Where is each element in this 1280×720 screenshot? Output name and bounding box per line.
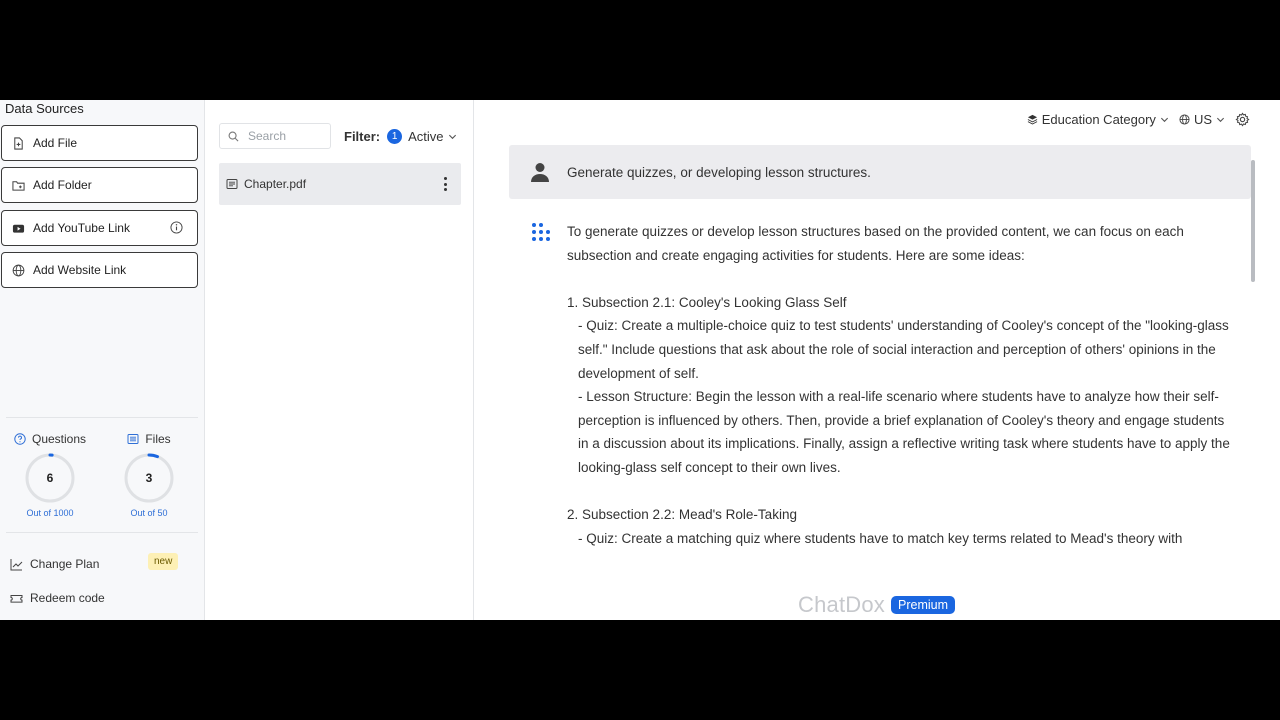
region-label: US	[1193, 112, 1212, 127]
add-website-link-button[interactable]: Add Website Link	[1, 252, 198, 288]
sidebar-divider	[6, 532, 198, 533]
reply-heading: 1. Subsection 2.1: Cooley's Looking Glas…	[567, 294, 847, 310]
more-options-icon[interactable]	[441, 177, 449, 191]
files-count: 3	[145, 471, 153, 485]
info-icon[interactable]	[170, 221, 183, 234]
filter-count-badge: 1	[387, 129, 403, 144]
region-selector[interactable]: US	[1179, 112, 1225, 127]
brand-watermark: ChatDox Premium	[798, 592, 956, 618]
globe-icon	[12, 264, 25, 276]
chat-scrollbar[interactable]	[1251, 160, 1255, 282]
reply-bullet: - Quiz: Create a matching quiz where stu…	[578, 530, 1183, 546]
list-icon	[127, 434, 139, 444]
filter-label: Filter:	[344, 129, 381, 144]
change-plan-link[interactable]: Change Plan	[10, 557, 99, 571]
add-folder-button[interactable]: Add Folder	[1, 167, 198, 203]
question-circle-icon	[14, 433, 26, 445]
change-plan-label: Change Plan	[30, 557, 100, 571]
reply-bullet: - Quiz: Create a multiple-choice quiz to…	[578, 318, 1229, 381]
search-icon	[228, 131, 239, 141]
reply-paragraph: To generate quizzes or develop lesson st…	[567, 224, 1184, 263]
chat-panel: Education Category US Generate quizzes, …	[475, 100, 1280, 620]
filter-value: Active	[408, 129, 444, 144]
document-icon	[226, 179, 238, 189]
category-selector[interactable]: Education Category	[1027, 112, 1169, 127]
add-youtube-link-button[interactable]: Add YouTube Link	[1, 210, 198, 246]
add-folder-label: Add Folder	[33, 178, 92, 192]
search-box[interactable]	[219, 123, 331, 149]
user-message-text: Generate quizzes, or developing lesson s…	[567, 164, 871, 180]
reply-heading: 2. Subsection 2.2: Mead's Role-Taking	[567, 507, 797, 523]
files-progress-ring: 3	[123, 452, 175, 504]
questions-limit: Out of 1000	[26, 508, 74, 518]
filter-dropdown[interactable]: Filter: 1 Active	[344, 129, 457, 144]
assistant-message: To generate quizzes or develop lesson st…	[567, 220, 1235, 550]
bot-avatar-icon	[532, 223, 550, 241]
file-panel: Filter: 1 Active Chapter.pdf	[206, 100, 474, 620]
user-avatar-icon	[531, 163, 549, 182]
search-input[interactable]	[248, 129, 324, 143]
add-website-link-label: Add Website Link	[33, 263, 127, 277]
files-label: Files	[145, 432, 171, 446]
category-label: Education Category	[1041, 112, 1156, 127]
file-item[interactable]: Chapter.pdf	[219, 163, 461, 205]
add-file-label: Add File	[33, 136, 78, 150]
app-window: Data Sources Add File Add Folder Add You…	[0, 100, 1280, 620]
brand-name: ChatDox	[798, 592, 885, 617]
user-message: Generate quizzes, or developing lesson s…	[509, 145, 1251, 199]
new-badge: new	[148, 553, 179, 570]
redeem-code-link[interactable]: Redeem code	[10, 591, 105, 605]
chevron-down-icon	[1216, 117, 1225, 123]
sidebar-divider	[6, 417, 198, 418]
questions-progress-ring: 6	[24, 452, 76, 504]
chevron-down-icon	[1160, 117, 1168, 123]
file-plus-icon	[14, 136, 23, 150]
questions-count: 6	[46, 471, 54, 485]
add-youtube-link-label: Add YouTube Link	[33, 221, 130, 235]
youtube-icon	[12, 224, 25, 233]
add-file-button[interactable]: Add File	[1, 125, 198, 161]
questions-label: Questions	[31, 432, 87, 446]
data-sources-title: Data Sources	[5, 101, 84, 116]
chat-toolbar: Education Category US	[1017, 112, 1250, 127]
globe-icon	[1179, 114, 1190, 125]
files-stat: Files 3 Out of 50	[99, 432, 199, 518]
premium-badge: Premium	[891, 596, 956, 614]
trend-chart-icon	[10, 558, 23, 570]
folder-plus-icon	[12, 180, 25, 191]
sidebar: Data Sources Add File Add Folder Add You…	[0, 100, 205, 620]
settings-button[interactable]	[1235, 112, 1250, 127]
ticket-icon	[10, 594, 23, 603]
files-limit: Out of 50	[130, 508, 168, 518]
questions-stat: Questions 6 Out of 1000	[0, 432, 100, 518]
redeem-code-label: Redeem code	[30, 591, 105, 605]
reply-bullet: - Lesson Structure: Begin the lesson wit…	[578, 389, 1230, 475]
file-name: Chapter.pdf	[244, 177, 307, 191]
chevron-down-icon	[448, 134, 456, 140]
gear-icon	[1235, 112, 1250, 127]
layers-icon	[1027, 114, 1038, 125]
